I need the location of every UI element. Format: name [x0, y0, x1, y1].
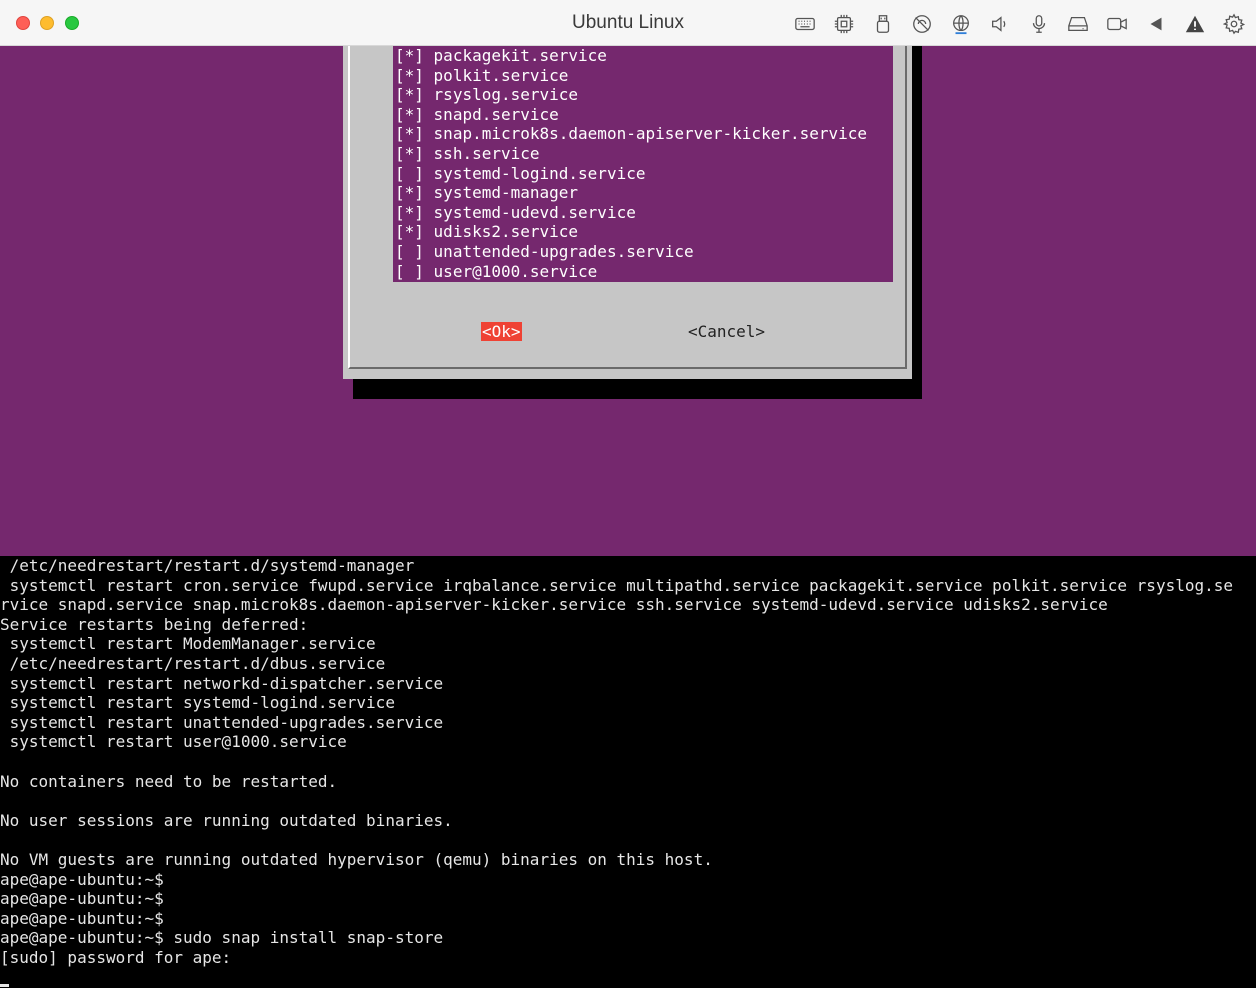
- usb-icon[interactable]: [869, 10, 897, 38]
- terminal-line: systemctl restart cron.service fwupd.ser…: [0, 575, 1233, 595]
- terminal-line: [sudo] password for ape:: [0, 947, 232, 967]
- checklist-item[interactable]: [ ] user@1000.service: [393, 262, 893, 282]
- terminal-line: rvice snapd.service snap.microk8s.daemon…: [0, 595, 1108, 615]
- toolbar-icons: [780, 10, 1248, 38]
- network-disabled-icon[interactable]: [908, 10, 936, 38]
- checkbox[interactable]: [*]: [395, 46, 424, 65]
- checkbox[interactable]: [ ]: [395, 164, 424, 183]
- restart-services-dialog: [*] packagekit.service [*] polkit.service…: [343, 46, 912, 379]
- terminal-cursor: [0, 984, 9, 988]
- terminal-line: systemctl restart ModemManager.service: [0, 634, 376, 654]
- dialog-shadow-bottom: [353, 379, 922, 399]
- service-label: rsyslog.service: [433, 85, 579, 105]
- checkbox[interactable]: [ ]: [395, 242, 424, 261]
- terminal-line: No user sessions are running outdated bi…: [0, 810, 453, 830]
- terminal-line: No containers need to be restarted.: [0, 771, 338, 791]
- checkbox[interactable]: [*]: [395, 85, 424, 104]
- checklist-item[interactable]: [*] systemd-udevd.service: [393, 203, 893, 223]
- service-label: packagekit.service: [433, 46, 607, 65]
- gear-icon[interactable]: [1220, 10, 1248, 38]
- terminal-line: ape@ape-ubuntu:~$ sudo snap install snap…: [0, 928, 444, 948]
- terminal-line: systemctl restart user@1000.service: [0, 732, 347, 752]
- microphone-icon[interactable]: [1025, 10, 1053, 38]
- service-checklist[interactable]: [*] packagekit.service [*] polkit.service…: [393, 46, 893, 282]
- disk-icon[interactable]: [1064, 10, 1092, 38]
- checklist-item[interactable]: [ ] systemd-logind.service: [393, 164, 893, 184]
- terminal-line: /etc/needrestart/restart.d/systemd-manag…: [0, 556, 415, 575]
- service-label: systemd-logind.service: [433, 163, 646, 183]
- cpu-icon[interactable]: [830, 10, 858, 38]
- checkbox[interactable]: [*]: [395, 105, 424, 124]
- service-label: polkit.service: [433, 65, 569, 85]
- checkbox[interactable]: [*]: [395, 124, 424, 143]
- terminal-cursor-line: [0, 967, 1256, 988]
- service-label: systemd-udevd.service: [433, 202, 636, 222]
- ok-button[interactable]: <Ok>: [481, 322, 522, 341]
- checklist-item[interactable]: [*] udisks2.service: [393, 222, 893, 242]
- camera-icon[interactable]: [1103, 10, 1131, 38]
- checklist-item[interactable]: [*] polkit.service: [393, 66, 893, 86]
- service-label: systemd-manager: [433, 183, 579, 203]
- vm-screen[interactable]: [*] packagekit.service [*] polkit.service…: [0, 46, 1256, 988]
- terminal-line: Service restarts being deferred:: [0, 614, 309, 634]
- service-label: ssh.service: [433, 143, 540, 163]
- checklist-item[interactable]: [*] snap.microk8s.daemon-apiserver-kicke…: [393, 124, 893, 144]
- terminal-line: systemctl restart systemd-logind.service: [0, 693, 395, 713]
- cancel-button[interactable]: <Cancel>: [688, 322, 765, 341]
- service-label: snapd.service: [433, 104, 559, 124]
- checklist-item[interactable]: [ ] unattended-upgrades.service: [393, 242, 893, 262]
- checkbox[interactable]: [*]: [395, 222, 424, 241]
- terminal-line: ape@ape-ubuntu:~$: [0, 889, 164, 909]
- terminal-line: ape@ape-ubuntu:~$: [0, 869, 164, 889]
- checkbox[interactable]: [ ]: [395, 262, 424, 281]
- checklist-item[interactable]: [*] rsyslog.service: [393, 85, 893, 105]
- checklist-item[interactable]: [*] snapd.service: [393, 105, 893, 125]
- speaker-icon[interactable]: [986, 10, 1014, 38]
- service-label: user@1000.service: [433, 261, 598, 281]
- checklist-item[interactable]: [*] ssh.service: [393, 144, 893, 164]
- service-label: udisks2.service: [433, 222, 579, 242]
- terminal-line: ape@ape-ubuntu:~$: [0, 908, 164, 928]
- service-label: unattended-upgrades.service: [433, 241, 694, 261]
- terminal-output[interactable]: /etc/needrestart/restart.d/systemd-manag…: [0, 556, 1256, 988]
- play-back-icon[interactable]: [1142, 10, 1170, 38]
- terminal-line: No VM guests are running outdated hyperv…: [0, 849, 713, 869]
- whiptail-background: [*] packagekit.service [*] polkit.service…: [0, 46, 1256, 556]
- terminal-line: /etc/needrestart/restart.d/dbus.service: [0, 653, 386, 673]
- dialog-shadow-right: [912, 46, 922, 399]
- terminal-line: systemctl restart networkd-dispatcher.se…: [0, 673, 444, 693]
- checkbox[interactable]: [*]: [395, 66, 424, 85]
- checklist-item[interactable]: [*] packagekit.service: [393, 46, 893, 66]
- keyboard-icon[interactable]: [791, 10, 819, 38]
- window-titlebar: Ubuntu Linux: [0, 0, 1256, 46]
- checkbox[interactable]: [*]: [395, 144, 424, 163]
- warning-icon[interactable]: [1181, 10, 1209, 38]
- globe-icon[interactable]: [947, 10, 975, 38]
- service-label: snap.microk8s.daemon-apiserver-kicker.se…: [433, 124, 868, 144]
- checklist-item[interactable]: [*] systemd-manager: [393, 183, 893, 203]
- checkbox[interactable]: [*]: [395, 203, 424, 222]
- terminal-line: systemctl restart unattended-upgrades.se…: [0, 712, 444, 732]
- checkbox[interactable]: [*]: [395, 183, 424, 202]
